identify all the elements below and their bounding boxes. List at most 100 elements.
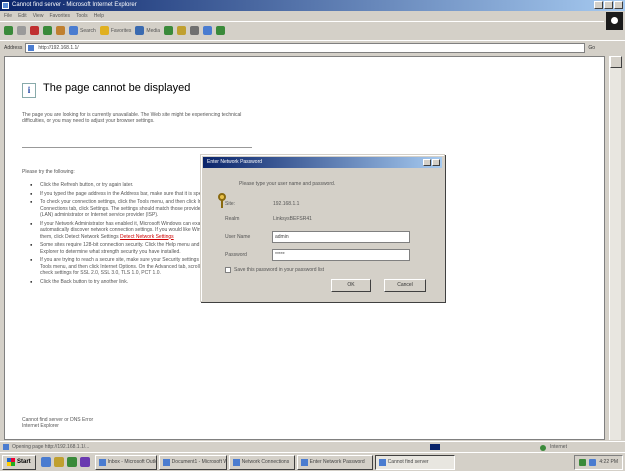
taskbar-button[interactable]: Inbox - Microsoft Outlook (94, 454, 157, 470)
dialog-controls (423, 159, 440, 166)
start-button[interactable]: Start (2, 454, 36, 470)
network-tray-icon[interactable] (579, 458, 587, 466)
toolbar-button-history[interactable] (164, 25, 174, 37)
window-icon (232, 458, 240, 466)
back-icon (4, 26, 13, 35)
toolbar-button-stop[interactable] (30, 25, 39, 37)
ie-quicklaunch-icon[interactable] (40, 457, 51, 467)
status-text: Opening page http://192.168.1.1/... (12, 444, 90, 450)
refresh-icon (43, 26, 52, 35)
window-icon (162, 458, 170, 466)
menu-view[interactable]: View (33, 11, 44, 21)
media-icon (135, 26, 145, 35)
go-button[interactable]: Go (588, 45, 595, 51)
toolbar-button-edit[interactable] (203, 25, 213, 37)
divider (22, 147, 252, 148)
taskbar-button-label: Enter Network Password (309, 459, 365, 465)
username-label: User Name (225, 234, 251, 240)
menu-tools[interactable]: Tools (76, 11, 88, 21)
print-icon (190, 26, 200, 35)
save-password-checkbox[interactable] (225, 267, 231, 273)
intro-text: The page you are looking for is currentl… (22, 112, 242, 124)
window-icon (300, 458, 308, 466)
desktop-quicklaunch-icon[interactable] (66, 457, 77, 467)
toolbar-button-favorites[interactable]: Favorites (99, 25, 132, 37)
toolbar-button-print[interactable] (190, 25, 200, 37)
ie-window-icon (2, 2, 9, 9)
toolbar-button-home[interactable] (56, 25, 65, 37)
ok-button[interactable]: OK (331, 279, 371, 292)
scroll-up-arrow[interactable] (610, 56, 622, 68)
dialog-close-button[interactable] (432, 159, 440, 166)
taskbar-button-label: Cannot find server (387, 459, 429, 465)
window-controls (594, 1, 623, 9)
dialog-prompt: Please type your user name and password. (239, 181, 336, 187)
taskbar-button[interactable]: Enter Network Password (296, 454, 373, 470)
outlook-quicklaunch-icon[interactable] (53, 457, 64, 467)
menu-favorites[interactable]: Favorites (49, 11, 70, 21)
messenger-icon (216, 26, 226, 35)
toolbar-button-forward[interactable] (17, 25, 26, 37)
realm-label: Realm (225, 216, 240, 222)
vertical-scrollbar[interactable] (609, 56, 622, 440)
toolbar-label: Media (146, 27, 161, 34)
page-title: The page cannot be displayed (43, 82, 191, 94)
progress-indicator (430, 444, 440, 450)
toolbar-label: Search (80, 27, 96, 34)
save-password-label: Save this password in your password list (234, 267, 325, 273)
history-icon (164, 26, 174, 35)
password-label: Password (225, 252, 247, 258)
search-icon (69, 26, 78, 35)
menu-file[interactable]: File (4, 11, 12, 21)
taskbar-button[interactable]: Cannot find server (374, 454, 455, 470)
window-icon (98, 458, 106, 466)
task-buttons: Inbox - Microsoft Outlook Document1 - Mic… (94, 454, 455, 470)
edit-icon (203, 26, 213, 35)
detect-network-link[interactable]: Detect Network Settings (120, 234, 174, 240)
realm-value: LinksysBEFSR41 (273, 216, 312, 222)
window-titlebar: Cannot find server - Microsoft Internet … (0, 0, 625, 11)
taskbar-button-label: Inbox - Microsoft Outlook (107, 459, 156, 465)
media-quicklaunch-icon[interactable] (79, 457, 90, 467)
taskbar-button[interactable]: Network Connections (228, 454, 295, 470)
network-password-dialog: Enter Network Password Please type your … (200, 154, 445, 302)
toolbar-button-search[interactable]: Search (69, 25, 96, 37)
dialog-titlebar: Enter Network Password (203, 157, 442, 168)
quick-launch (40, 457, 90, 467)
window-icon (378, 458, 386, 466)
address-input[interactable]: http://192.168.1.1/ (25, 42, 586, 53)
toolbar-button-back[interactable] (4, 25, 13, 37)
username-field[interactable]: admin (272, 231, 410, 243)
ie-throbber-logo (606, 12, 623, 30)
forward-icon (17, 26, 26, 35)
toolbar-button-media[interactable]: Media (135, 25, 160, 37)
toolbar-button-mail[interactable] (177, 25, 187, 37)
password-field[interactable]: ***** (272, 249, 410, 261)
toolbar-button-refresh[interactable] (43, 25, 52, 37)
save-password-option[interactable]: Save this password in your password list (225, 267, 324, 273)
dialog-help-button[interactable] (423, 159, 431, 166)
windows-flag-icon (7, 458, 15, 466)
close-button[interactable] (614, 1, 623, 9)
menu-help[interactable]: Help (94, 11, 104, 21)
error-footer-line: Internet Explorer (22, 423, 59, 429)
system-tray: 4:22 PM (574, 454, 623, 470)
maximize-button[interactable] (604, 1, 613, 9)
toolbar-label: Favorites (110, 27, 132, 34)
taskbar: Start Inbox - Microsoft Outlook Document1… (0, 452, 625, 471)
address-label: Address (4, 44, 23, 51)
taskbar-button[interactable]: Document1 - Microsoft Word (158, 454, 227, 470)
menu-edit[interactable]: Edit (18, 11, 27, 21)
standard-toolbar: Search Favorites Media (0, 21, 604, 39)
minimize-button[interactable] (594, 1, 603, 9)
cancel-button[interactable]: Cancel (384, 279, 426, 292)
site-label: Site: (225, 201, 236, 207)
toolbar-button-messenger[interactable] (216, 25, 226, 37)
taskbar-button-label: Document1 - Microsoft Word (171, 459, 226, 465)
dialog-title: Enter Network Password (207, 159, 263, 165)
mail-icon (177, 26, 187, 35)
info-icon: i (22, 83, 36, 98)
volume-tray-icon[interactable] (589, 458, 597, 466)
window-title: Cannot find server - Microsoft Internet … (12, 2, 137, 8)
clock: 4:22 PM (599, 459, 618, 465)
